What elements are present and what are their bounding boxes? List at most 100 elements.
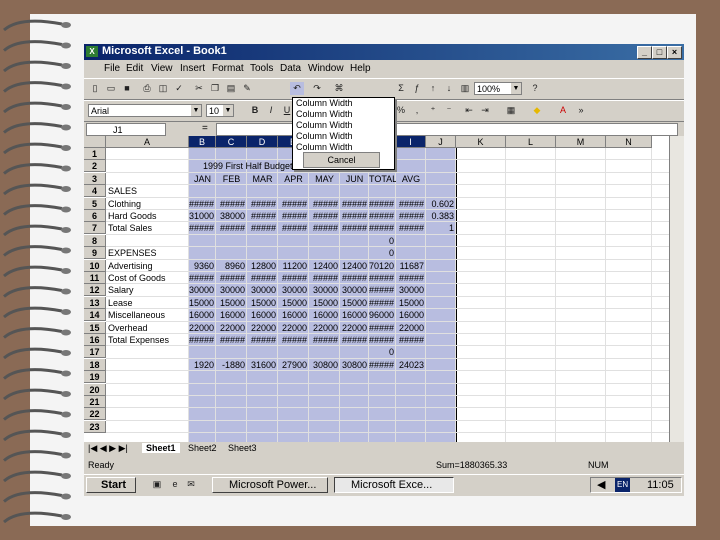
preview-icon[interactable]: ◫: [156, 82, 170, 95]
column-header-i[interactable]: I: [396, 136, 426, 148]
row-header[interactable]: 16: [84, 334, 106, 346]
cell-value[interactable]: #####: [278, 210, 307, 222]
cell-value[interactable]: #####: [369, 322, 394, 334]
column-header-b[interactable]: B: [189, 136, 216, 148]
row-header[interactable]: 11: [84, 272, 106, 284]
zoom-select[interactable]: 100% ▼: [474, 82, 522, 95]
row-header[interactable]: 22: [84, 408, 106, 421]
row-header[interactable]: 21: [84, 396, 106, 408]
cell-value[interactable]: 16000: [216, 309, 245, 321]
toolbar-options-icon[interactable]: »: [574, 104, 588, 117]
cell-value[interactable]: 1: [426, 222, 454, 234]
cell-value[interactable]: 22000: [278, 322, 307, 334]
cell-value[interactable]: #####: [369, 297, 394, 309]
sort-ascending-icon[interactable]: ↑: [426, 82, 440, 95]
italic-icon[interactable]: I: [264, 104, 278, 117]
font-size-select[interactable]: 10 ▼: [206, 104, 234, 117]
row-header[interactable]: 14: [84, 309, 106, 322]
cell-value[interactable]: #####: [189, 272, 214, 284]
cell-value[interactable]: #####: [369, 198, 394, 210]
cell-value[interactable]: #####: [369, 222, 394, 234]
cell-value[interactable]: 22000: [189, 322, 214, 334]
chart-wizard-icon[interactable]: ▥: [458, 82, 472, 95]
cancel-button[interactable]: Cancel: [303, 152, 380, 168]
column-header-n[interactable]: N: [606, 136, 652, 148]
cell-value[interactable]: 22000: [247, 322, 276, 334]
cell-value[interactable]: 16000: [247, 309, 276, 321]
save-icon[interactable]: ■: [120, 82, 134, 95]
column-title[interactable]: TOTAL: [369, 173, 396, 185]
row-header[interactable]: 9: [84, 247, 106, 260]
decrease-indent-icon[interactable]: ⇤: [462, 104, 476, 117]
cell-value[interactable]: #####: [340, 198, 367, 210]
cell-value[interactable]: 22000: [396, 322, 424, 334]
redo-icon[interactable]: ↷: [310, 82, 324, 95]
start-button[interactable]: Start: [86, 477, 136, 493]
bold-icon[interactable]: B: [248, 104, 262, 117]
cell-label[interactable]: SALES: [108, 185, 208, 197]
cell-value[interactable]: 38000: [216, 210, 245, 222]
decrease-decimal-icon[interactable]: ⁻: [442, 104, 456, 117]
cell-value[interactable]: 30000: [340, 284, 367, 296]
cell-value[interactable]: #####: [369, 210, 394, 222]
cell-value[interactable]: 30000: [309, 284, 338, 296]
cell-value[interactable]: #####: [396, 198, 424, 210]
name-box[interactable]: J1: [86, 123, 166, 136]
cell-value[interactable]: 30000: [247, 284, 276, 296]
tab-sheet1[interactable]: Sheet1: [142, 443, 180, 453]
function-icon[interactable]: ƒ: [410, 82, 424, 95]
cell-value[interactable]: 16000: [189, 309, 214, 321]
cell-value[interactable]: 16000: [309, 309, 338, 321]
increase-decimal-icon[interactable]: ⁺: [426, 104, 440, 117]
cell-value[interactable]: #####: [396, 334, 424, 346]
row-header[interactable]: 2: [84, 160, 106, 173]
help-icon[interactable]: ?: [528, 82, 542, 95]
column-header-k[interactable]: K: [456, 136, 506, 148]
column-title[interactable]: AVG: [396, 173, 426, 185]
row-header[interactable]: 19: [84, 371, 106, 384]
cell-value[interactable]: #####: [369, 359, 394, 371]
comma-icon[interactable]: ,: [410, 104, 424, 117]
row-header[interactable]: 1: [84, 148, 106, 160]
cell-value[interactable]: 30000: [396, 284, 424, 296]
row-header[interactable]: 20: [84, 383, 106, 396]
tab-scroll-icon[interactable]: |◀ ◀ ▶ ▶|: [88, 443, 128, 454]
taskbar-powerpoint[interactable]: Microsoft Power...: [212, 477, 328, 493]
cell-value[interactable]: #####: [278, 272, 307, 284]
cell-value[interactable]: 0.383: [426, 210, 454, 222]
cell-value[interactable]: 16000: [278, 309, 307, 321]
cell-value[interactable]: #####: [396, 210, 424, 222]
cell-value[interactable]: 30800: [340, 359, 367, 371]
borders-icon[interactable]: ▦: [504, 104, 518, 117]
autosum-icon[interactable]: Σ: [394, 82, 408, 95]
row-header[interactable]: 3: [84, 172, 106, 185]
tab-sheet3[interactable]: Sheet3: [228, 443, 257, 453]
cell-value[interactable]: 30000: [189, 284, 214, 296]
cell-value[interactable]: 15000: [189, 297, 214, 309]
new-icon[interactable]: ▯: [88, 82, 102, 95]
desktop-icon[interactable]: ▣: [150, 478, 164, 491]
row-header[interactable]: 7: [84, 222, 106, 235]
ie-icon[interactable]: e: [168, 478, 182, 491]
row-header[interactable]: 17: [84, 346, 106, 359]
cell-value[interactable]: 9360: [189, 260, 214, 272]
cell-value[interactable]: 22000: [309, 322, 338, 334]
column-title[interactable]: JAN: [189, 173, 216, 185]
cell-value[interactable]: 15000: [340, 297, 367, 309]
column-title[interactable]: JUN: [340, 173, 369, 185]
formula-input[interactable]: [216, 123, 678, 136]
language-icon[interactable]: EN: [615, 478, 631, 492]
row-header[interactable]: 6: [84, 210, 106, 222]
column-title[interactable]: FEB: [216, 173, 247, 185]
row-header[interactable]: 8: [84, 234, 106, 247]
column-title[interactable]: MAR: [247, 173, 278, 185]
menu-view[interactable]: View: [151, 63, 173, 74]
row-header[interactable]: 15: [84, 321, 106, 334]
row-header[interactable]: 18: [84, 358, 106, 371]
row-header[interactable]: 13: [84, 296, 106, 309]
menu-data[interactable]: Data: [280, 63, 301, 74]
cell-value[interactable]: 15000: [309, 297, 338, 309]
cell-value[interactable]: 30800: [309, 359, 338, 371]
spreadsheet-grid[interactable]: ABCDEFGHIJKLMN1234SALES5Clothing########…: [84, 136, 684, 444]
column-header-d[interactable]: D: [247, 136, 278, 148]
